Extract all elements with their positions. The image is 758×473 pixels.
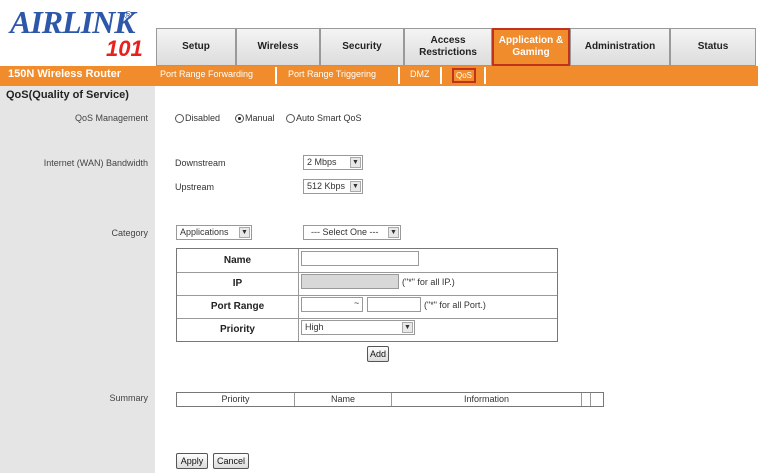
- left-label-column: [0, 86, 155, 473]
- section-title: QoS(Quality of Service): [6, 89, 129, 101]
- category-label: Category: [111, 228, 148, 238]
- summary-table: Priority Name Information: [176, 392, 604, 407]
- qos-management-label: QoS Management: [74, 113, 148, 123]
- downstream-label: Downstream: [175, 158, 226, 168]
- cancel-button[interactable]: Cancel: [213, 453, 249, 469]
- priority-row-label: Priority: [177, 318, 299, 341]
- summary-label: Summary: [109, 393, 148, 403]
- name-row-label: Name: [177, 249, 299, 272]
- qos-manual-label: Manual: [245, 113, 275, 123]
- qos-manual-radio[interactable]: [235, 114, 244, 123]
- subtab-port-range-forwarding[interactable]: Port Range Forwarding: [160, 69, 253, 79]
- subnav-divider: [440, 67, 442, 84]
- ip-row-label: IP: [177, 272, 299, 295]
- downstream-value: 2 Mbps: [307, 157, 337, 167]
- summary-col-name: Name: [295, 393, 392, 406]
- qos-disabled-radio[interactable]: [175, 114, 184, 123]
- subnav-divider: [484, 67, 486, 84]
- application-select-value: --- Select One ---: [311, 227, 379, 237]
- category-type-value: Applications: [180, 227, 229, 237]
- tab-wireless[interactable]: Wireless: [236, 28, 320, 66]
- name-input[interactable]: [301, 251, 419, 266]
- tab-setup[interactable]: Setup: [156, 28, 236, 66]
- subnav-divider: [398, 67, 400, 84]
- chevron-down-icon: ▼: [402, 322, 413, 333]
- tab-status[interactable]: Status: [670, 28, 756, 66]
- category-type-select[interactable]: Applications ▼: [176, 225, 252, 240]
- ip-hint: ("*" for all IP.): [402, 277, 455, 287]
- qos-auto-smart-label: Auto Smart QoS: [296, 113, 362, 123]
- chevron-down-icon: ▼: [350, 181, 361, 192]
- summary-col-extra: [582, 393, 591, 406]
- logo-registered-mark: ®: [124, 10, 133, 22]
- summary-col-extra: [591, 393, 603, 406]
- priority-value: High: [305, 322, 324, 332]
- ip-input[interactable]: [301, 274, 399, 289]
- upstream-select[interactable]: 512 Kbps ▼: [303, 179, 363, 194]
- qos-auto-smart-radio[interactable]: [286, 114, 295, 123]
- downstream-select[interactable]: 2 Mbps ▼: [303, 155, 363, 170]
- product-name: 150N Wireless Router: [8, 68, 122, 80]
- subnav-divider: [275, 67, 277, 84]
- tab-application-gaming[interactable]: Application & Gaming: [492, 28, 570, 66]
- priority-select[interactable]: High ▼: [301, 320, 415, 335]
- upstream-label: Upstream: [175, 182, 215, 192]
- chevron-down-icon: ▼: [239, 227, 250, 238]
- port-end-input[interactable]: [367, 297, 421, 312]
- logo-number: 101: [106, 36, 143, 61]
- application-select[interactable]: --- Select One --- ▼: [303, 225, 401, 240]
- upstream-value: 512 Kbps: [307, 181, 346, 191]
- subtab-port-range-triggering[interactable]: Port Range Triggering: [288, 69, 376, 79]
- port-hint: ("*" for all Port.): [424, 300, 486, 310]
- port-range-separator: ~: [354, 298, 360, 308]
- qos-disabled-label: Disabled: [185, 113, 221, 123]
- add-button[interactable]: Add: [367, 346, 389, 362]
- port-range-row-label: Port Range: [177, 295, 299, 318]
- main-nav: Setup Wireless Security Access Restricti…: [156, 28, 756, 66]
- chevron-down-icon: ▼: [350, 157, 361, 168]
- subtab-dmz[interactable]: DMZ: [410, 69, 430, 79]
- apply-button[interactable]: Apply: [176, 453, 208, 469]
- wan-bandwidth-label: Internet (WAN) Bandwidth: [43, 158, 148, 168]
- summary-col-priority: Priority: [177, 393, 295, 406]
- subtab-qos[interactable]: QoS: [452, 68, 476, 83]
- tab-administration[interactable]: Administration: [570, 28, 670, 66]
- chevron-down-icon: ▼: [388, 227, 399, 238]
- summary-col-information: Information: [392, 393, 582, 406]
- tab-security[interactable]: Security: [320, 28, 404, 66]
- tab-access-restrictions[interactable]: Access Restrictions: [404, 28, 492, 66]
